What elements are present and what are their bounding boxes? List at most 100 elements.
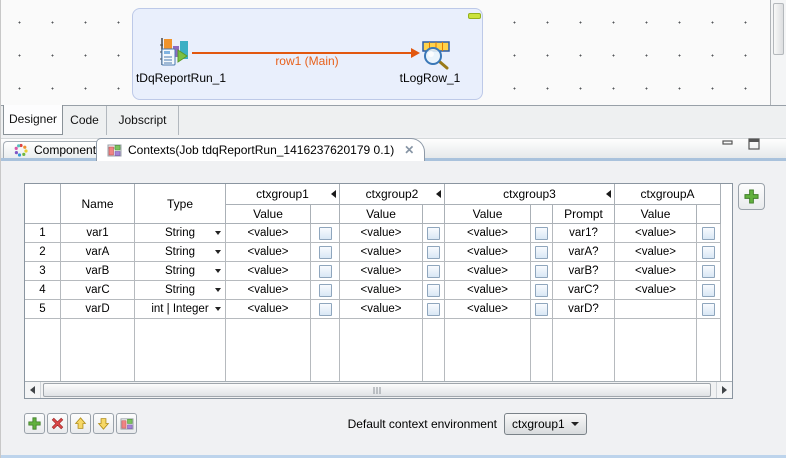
value-checkbox[interactable] <box>427 303 440 316</box>
move-down-button[interactable] <box>93 413 114 434</box>
value-checkbox[interactable] <box>702 303 715 316</box>
row-number-cell[interactable]: 5 <box>25 300 61 319</box>
delete-variable-button[interactable] <box>47 413 68 434</box>
type-dropdown-caret-icon[interactable] <box>215 231 221 235</box>
tab-component-view[interactable]: Component <box>3 141 107 158</box>
type-cell[interactable]: String <box>135 262 226 281</box>
default-context-dropdown[interactable]: ctxgroup1 <box>504 413 587 435</box>
tab-code[interactable]: Code <box>63 106 107 135</box>
value-checkbox[interactable] <box>535 265 548 278</box>
context-group-header[interactable]: ctxgroup1 <box>226 184 340 205</box>
move-up-button[interactable] <box>70 413 91 434</box>
value-checkbox[interactable] <box>319 227 332 240</box>
type-dropdown-caret-icon[interactable] <box>215 250 221 254</box>
add-variable-button[interactable] <box>24 413 45 434</box>
value-cell[interactable]: <value> <box>340 262 423 281</box>
prompt-cell[interactable]: var1? <box>553 224 615 243</box>
collapse-columns-icon[interactable] <box>436 190 441 198</box>
value-checkbox[interactable] <box>702 246 715 259</box>
name-cell[interactable]: varA <box>61 243 135 262</box>
collapse-columns-icon[interactable] <box>331 190 336 198</box>
value-cell[interactable]: <value> <box>445 262 531 281</box>
context-group-header[interactable]: ctxgroup3 <box>445 184 615 205</box>
context-group-header[interactable]: ctxgroup2 <box>340 184 445 205</box>
canvas-scrollbar-thumb[interactable] <box>773 3 784 55</box>
collapse-columns-icon[interactable] <box>606 190 611 198</box>
close-icon[interactable]: ✕ <box>404 143 414 157</box>
type-dropdown-caret-icon[interactable] <box>215 269 221 273</box>
row-number-cell[interactable]: 4 <box>25 281 61 300</box>
value-cell[interactable]: <value> <box>615 243 697 262</box>
name-cell[interactable]: varC <box>61 281 135 300</box>
value-cell[interactable]: <value> <box>445 224 531 243</box>
row-number-cell[interactable]: 2 <box>25 243 61 262</box>
scroll-left-button[interactable] <box>25 382 41 398</box>
table-horizontal-scrollbar[interactable] <box>25 381 732 398</box>
manage-context-groups-icon <box>120 417 134 430</box>
value-checkbox[interactable] <box>319 303 332 316</box>
value-checkbox[interactable] <box>319 246 332 259</box>
name-cell[interactable]: var1 <box>61 224 135 243</box>
tab-jobscript[interactable]: Jobscript <box>107 106 179 135</box>
value-cell[interactable]: <value> <box>340 281 423 300</box>
context-group-header[interactable]: ctxgroupA <box>615 184 721 205</box>
value-checkbox[interactable] <box>702 227 715 240</box>
manage-context-groups-button[interactable] <box>116 413 137 434</box>
value-checkbox[interactable] <box>427 265 440 278</box>
value-cell[interactable]: <value> <box>445 243 531 262</box>
value-cell[interactable]: <value> <box>445 281 531 300</box>
value-checkbox[interactable] <box>427 284 440 297</box>
value-checkbox[interactable] <box>319 284 332 297</box>
scrollbar-thumb[interactable] <box>43 383 711 397</box>
value-cell[interactable]: <value> <box>226 262 311 281</box>
value-checkbox[interactable] <box>702 284 715 297</box>
value-checkbox[interactable] <box>427 227 440 240</box>
value-checkbox[interactable] <box>535 303 548 316</box>
value-cell[interactable]: <value> <box>226 243 311 262</box>
value-cell[interactable]: <value> <box>340 300 423 319</box>
tab-contexts-view[interactable]: Contexts(Job tdqReportRun_1416237620179 … <box>96 138 425 161</box>
logrow-icon[interactable] <box>420 41 454 70</box>
type-cell[interactable]: String <box>135 281 226 300</box>
value-checkbox[interactable] <box>535 246 548 259</box>
prompt-cell[interactable]: varC? <box>553 281 615 300</box>
name-cell[interactable]: varB <box>61 262 135 281</box>
prompt-cell[interactable]: varB? <box>553 262 615 281</box>
value-checkbox[interactable] <box>427 246 440 259</box>
component-label-tlogrow[interactable]: tLogRow_1 <box>381 71 479 85</box>
row-number-cell[interactable]: 1 <box>25 224 61 243</box>
type-cell[interactable]: int | Integer <box>135 300 226 319</box>
value-cell[interactable]: <value> <box>615 281 697 300</box>
value-cell[interactable]: <value> <box>445 300 531 319</box>
row-connection-label[interactable]: row1 (Main) <box>247 54 367 68</box>
value-checkbox[interactable] <box>702 265 715 278</box>
type-dropdown-caret-icon[interactable] <box>215 307 221 311</box>
value-cell[interactable]: <value> <box>226 224 311 243</box>
name-cell[interactable]: varD <box>61 300 135 319</box>
tab-designer[interactable]: Designer <box>3 105 63 135</box>
value-cell[interactable] <box>615 300 697 319</box>
type-dropdown-caret-icon[interactable] <box>215 288 221 292</box>
value-cell[interactable]: <value> <box>226 300 311 319</box>
value-checkbox[interactable] <box>535 227 548 240</box>
value-cell[interactable]: <value> <box>340 224 423 243</box>
value-checkbox[interactable] <box>535 284 548 297</box>
value-cell[interactable]: <value> <box>340 243 423 262</box>
minimize-view-button[interactable] <box>720 137 736 151</box>
design-canvas[interactable]: tDqReportRun_1 row1 (Main) tLogRow_1 <box>1 0 786 106</box>
component-label-tdqreportrun[interactable]: tDqReportRun_1 <box>106 71 256 85</box>
add-context-group-button[interactable] <box>738 183 765 210</box>
value-checkbox[interactable] <box>319 265 332 278</box>
prompt-cell[interactable]: varD? <box>553 300 615 319</box>
canvas-vertical-scrollbar[interactable] <box>770 0 786 105</box>
type-cell[interactable]: String <box>135 243 226 262</box>
prompt-cell[interactable]: varA? <box>553 243 615 262</box>
value-cell[interactable]: <value> <box>615 262 697 281</box>
dq-report-run-icon[interactable] <box>159 37 189 67</box>
value-cell[interactable]: <value> <box>615 224 697 243</box>
type-cell[interactable]: String <box>135 224 226 243</box>
scroll-right-button[interactable] <box>716 382 732 398</box>
value-cell[interactable]: <value> <box>226 281 311 300</box>
row-number-cell[interactable]: 3 <box>25 262 61 281</box>
maximize-view-button[interactable] <box>746 137 762 151</box>
